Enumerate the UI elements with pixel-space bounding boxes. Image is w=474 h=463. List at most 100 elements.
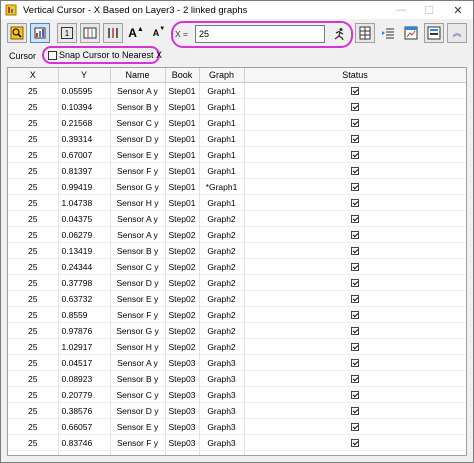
cell-x: 25 (8, 210, 59, 227)
status-checkbox[interactable] (351, 151, 359, 160)
status-checkbox[interactable] (351, 263, 359, 272)
worksheet-button[interactable] (401, 23, 421, 43)
cell-status (244, 370, 466, 387)
cell-book: Step02 (165, 242, 200, 259)
status-checkbox[interactable] (351, 455, 359, 456)
vertical-cursor-window: Vertical Cursor - X Based on Layer3 - 2 … (0, 0, 474, 463)
column-header-y[interactable]: Y (58, 68, 111, 83)
table-row[interactable]: 25 0.10394 Sensor B y Step01 Graph1 (8, 98, 466, 115)
export-list-button[interactable] (378, 23, 398, 43)
go-button[interactable] (329, 25, 349, 43)
table-row[interactable]: 25 0.13419 Sensor B y Step02 Graph2 (8, 242, 466, 259)
table-row[interactable]: 25 1.04738 Sensor H y Step01 Graph1 (8, 194, 466, 211)
cell-status (244, 210, 466, 227)
cell-book: Step03 (165, 450, 200, 455)
table-row[interactable]: 25 0.05595 Sensor A y Step01 Graph1 (8, 82, 466, 99)
column-header-x[interactable]: X (8, 68, 59, 83)
table-row[interactable]: 25 0.99419 Sensor G y Step01 *Graph1 (8, 178, 466, 195)
status-checkbox[interactable] (351, 119, 359, 128)
table-row[interactable]: 25 0.97876 Sensor G y Step02 Graph2 (8, 322, 466, 339)
cell-status (244, 130, 466, 147)
cell-y: 0.96896 (58, 450, 111, 455)
status-checkbox[interactable] (351, 231, 359, 240)
layout-button[interactable] (424, 23, 444, 43)
table-row[interactable]: 25 0.24344 Sensor C y Step02 Graph2 (8, 258, 466, 275)
table-row[interactable]: 25 0.04375 Sensor A y Step02 Graph2 (8, 210, 466, 227)
lock-mode-button[interactable] (7, 23, 27, 43)
status-checkbox[interactable] (351, 167, 359, 176)
minimize-button[interactable]: — (387, 1, 415, 19)
maximize-button[interactable]: ☐ (415, 1, 443, 19)
table-row[interactable]: 25 0.37798 Sensor D y Step02 Graph2 (8, 274, 466, 291)
cell-x: 25 (8, 226, 59, 243)
table-row[interactable]: 25 0.04517 Sensor A y Step03 Graph3 (8, 354, 466, 371)
cell-name: Sensor C y (110, 386, 166, 403)
x-value-input[interactable] (195, 25, 325, 43)
status-checkbox[interactable] (351, 279, 359, 288)
table-row[interactable]: 25 1.02917 Sensor H y Step02 Graph2 (8, 338, 466, 355)
table-row[interactable]: 25 0.63732 Sensor E y Step02 Graph2 (8, 290, 466, 307)
cell-graph: Graph3 (199, 354, 245, 371)
cell-name: Sensor D y (110, 274, 166, 291)
table-row[interactable]: 250.96896Sensor G yStep03Graph3 (8, 450, 466, 456)
status-checkbox[interactable] (351, 327, 359, 336)
column-header-status[interactable]: Status (244, 68, 466, 83)
status-checkbox[interactable] (351, 247, 359, 256)
table-row[interactable]: 25 0.39314 Sensor D y Step01 Graph1 (8, 130, 466, 147)
table-row[interactable]: 25 0.83746 Sensor F y Step03 Graph3 (8, 434, 466, 451)
table-row[interactable]: 25 0.38576 Sensor D y Step03 Graph3 (8, 402, 466, 419)
cell-y: 0.81397 (58, 162, 111, 179)
cell-book: Step03 (165, 386, 200, 403)
snap-checkbox[interactable] (48, 51, 57, 60)
status-checkbox[interactable] (351, 215, 359, 224)
status-checkbox[interactable] (351, 199, 359, 208)
status-checkbox[interactable] (351, 343, 359, 352)
cell-book: Step01 (165, 162, 200, 179)
status-checkbox[interactable] (351, 439, 359, 448)
dual-cursor-button[interactable] (80, 23, 100, 43)
export-list-icon (382, 28, 394, 39)
multi-cursor-button[interactable] (103, 23, 123, 43)
cell-book: Step03 (165, 402, 200, 419)
table-row[interactable]: 25 0.66057 Sensor E y Step03 Graph3 (8, 418, 466, 435)
cell-y: 0.97876 (58, 322, 111, 339)
status-checkbox[interactable] (351, 295, 359, 304)
layer-select-button[interactable] (30, 23, 50, 43)
status-checkbox[interactable] (351, 359, 359, 368)
table-row[interactable]: 25 0.67007 Sensor E y Step01 Graph1 (8, 146, 466, 163)
cell-graph: Graph2 (199, 210, 245, 227)
table-row[interactable]: 25 0.20779 Sensor C y Step03 Graph3 (8, 386, 466, 403)
status-checkbox[interactable] (351, 423, 359, 432)
status-checkbox[interactable] (351, 103, 359, 112)
column-header-graph[interactable]: Graph (199, 68, 245, 83)
table-row[interactable]: 25 0.21568 Sensor C y Step01 Graph1 (8, 114, 466, 131)
status-checkbox[interactable] (351, 183, 359, 192)
cell-y: 0.38576 (58, 402, 111, 419)
status-checkbox[interactable] (351, 375, 359, 384)
table-row[interactable]: 25 0.06279 Sensor A y Step02 Graph2 (8, 226, 466, 243)
status-checkbox[interactable] (351, 407, 359, 416)
close-button[interactable]: ✕ (443, 1, 473, 19)
column-header-book[interactable]: Book (165, 68, 200, 83)
table-view-button[interactable] (355, 23, 375, 43)
cell-book: Step02 (165, 306, 200, 323)
font-increase-button[interactable]: A ▲ (126, 23, 146, 43)
font-decrease-button[interactable]: A ▼ (149, 23, 169, 43)
collapse-button[interactable]: ︽ (447, 23, 467, 43)
cell-name: Sensor A y (110, 226, 166, 243)
cell-name: Sensor F y (110, 306, 166, 323)
snap-label[interactable]: Snap Cursor to Nearest X (59, 50, 162, 60)
status-checkbox[interactable] (351, 311, 359, 320)
single-cursor-button[interactable]: 1 (57, 23, 77, 43)
status-checkbox[interactable] (351, 135, 359, 144)
table-row[interactable]: 25 0.81397 Sensor F y Step01 Graph1 (8, 162, 466, 179)
status-checkbox[interactable] (351, 391, 359, 400)
cell-name: Sensor B y (110, 98, 166, 115)
cell-book: Step03 (165, 370, 200, 387)
table-row[interactable]: 25 0.8559 Sensor F y Step02 Graph2 (8, 306, 466, 323)
status-checkbox[interactable] (351, 87, 359, 96)
cell-graph: Graph2 (199, 338, 245, 355)
table-row[interactable]: 25 0.08923 Sensor B y Step03 Graph3 (8, 370, 466, 387)
column-header-name[interactable]: Name (110, 68, 166, 83)
layer-select-icon (34, 27, 46, 39)
